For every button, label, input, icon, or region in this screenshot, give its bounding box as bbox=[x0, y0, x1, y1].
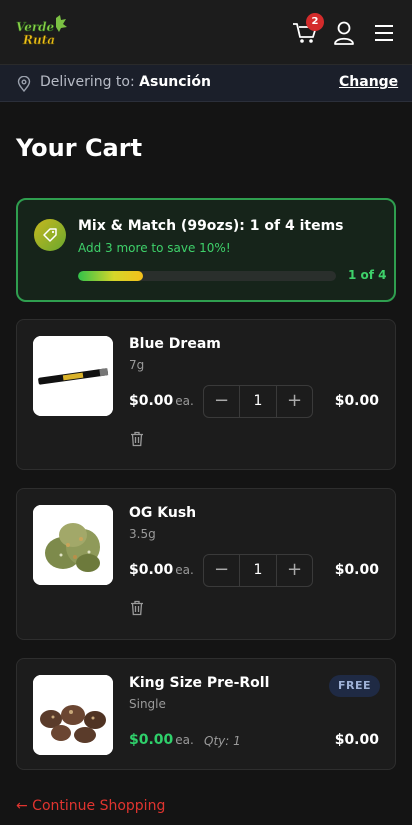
nuggets-image bbox=[33, 675, 113, 755]
item-size: 7g bbox=[129, 358, 145, 372]
trash-icon[interactable] bbox=[130, 600, 144, 616]
quantity-stepper: − 1 + bbox=[203, 385, 313, 418]
brand-logo[interactable]: Verde Ruta bbox=[14, 14, 68, 50]
menu-button[interactable] bbox=[372, 22, 396, 44]
item-unit-price: $0.00 ea. bbox=[129, 562, 194, 578]
item-unit-price: $0.00 ea. bbox=[129, 393, 194, 409]
product-image bbox=[33, 336, 113, 416]
price-unit: ea. bbox=[175, 394, 194, 408]
item-name: Blue Dream bbox=[129, 336, 221, 352]
svg-text:Verde: Verde bbox=[16, 20, 55, 34]
mix-match-promo: Mix & Match (99ozs): 1 of 4 items Add 3 … bbox=[16, 198, 396, 302]
tag-icon bbox=[43, 228, 57, 242]
line-total: $0.00 bbox=[334, 393, 379, 409]
increase-quantity-button[interactable]: + bbox=[276, 386, 312, 417]
promo-progress-bar bbox=[78, 271, 336, 281]
price-value: $0.00 bbox=[129, 393, 174, 409]
svg-text:Ruta: Ruta bbox=[22, 33, 55, 47]
delivery-location: Delivering to: Asunción bbox=[40, 74, 211, 90]
hamburger-icon bbox=[375, 25, 393, 41]
promo-title: Mix & Match (99ozs): 1 of 4 items bbox=[78, 218, 344, 234]
price-value: $0.00 bbox=[129, 732, 174, 748]
change-location-link[interactable]: Change bbox=[339, 74, 398, 90]
flower-image bbox=[33, 505, 113, 585]
delivery-city: Asunción bbox=[139, 74, 211, 90]
pre-roll-image bbox=[33, 336, 113, 416]
item-name: OG Kush bbox=[129, 505, 197, 521]
cart-item-og-kush: OG Kush 3.5g $0.00 ea. − 1 + $0.00 bbox=[16, 488, 396, 640]
increase-quantity-button[interactable]: + bbox=[276, 555, 312, 586]
item-name: King Size Pre-Roll bbox=[129, 675, 270, 691]
product-image bbox=[33, 505, 113, 585]
user-icon bbox=[334, 21, 354, 45]
decrease-quantity-button[interactable]: − bbox=[204, 386, 240, 417]
line-total: $0.00 bbox=[334, 562, 379, 578]
quantity-value[interactable]: 1 bbox=[240, 386, 276, 417]
promo-badge bbox=[34, 219, 66, 251]
promo-subtitle: Add 3 more to save 10%! bbox=[78, 241, 231, 255]
item-size: Single bbox=[129, 697, 166, 711]
cart-count-badge: 2 bbox=[306, 13, 324, 31]
quantity-text: Qty: 1 bbox=[204, 734, 241, 748]
promo-count: 1 of 4 bbox=[348, 268, 387, 282]
price-unit: ea. bbox=[175, 733, 194, 747]
cart-item-blue-dream: Blue Dream 7g $0.00 ea. − 1 + $0.00 bbox=[16, 319, 396, 470]
delivery-bar: Delivering to: Asunción Change bbox=[0, 65, 412, 102]
price-unit: ea. bbox=[175, 563, 194, 577]
quantity-stepper: − 1 + bbox=[203, 554, 313, 587]
quantity-value[interactable]: 1 bbox=[240, 555, 276, 586]
item-unit-price: $0.00 ea. bbox=[129, 732, 194, 748]
account-button[interactable] bbox=[332, 20, 356, 46]
delivery-label-text: Delivering to: bbox=[40, 74, 135, 90]
product-image bbox=[33, 675, 113, 755]
free-badge: FREE bbox=[328, 675, 380, 697]
app-header: Verde Ruta 2 bbox=[0, 0, 412, 65]
continue-shopping-link[interactable]: ← Continue Shopping bbox=[16, 798, 165, 814]
promo-progress-fill bbox=[78, 271, 143, 281]
price-value: $0.00 bbox=[129, 562, 174, 578]
trash-icon[interactable] bbox=[130, 431, 144, 447]
page-title: Your Cart bbox=[16, 134, 143, 162]
line-total: $0.00 bbox=[334, 732, 379, 748]
item-size: 3.5g bbox=[129, 527, 156, 541]
location-pin-icon bbox=[17, 76, 31, 92]
cart-item-king-size-pre-roll: King Size Pre-Roll Single FREE $0.00 ea. … bbox=[16, 658, 396, 770]
decrease-quantity-button[interactable]: − bbox=[204, 555, 240, 586]
